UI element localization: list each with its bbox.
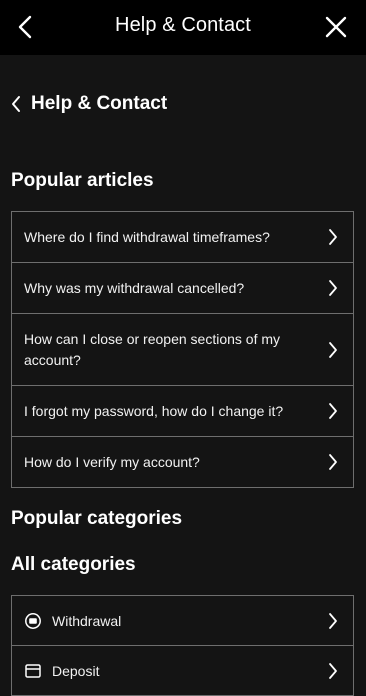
- article-label: How can I close or reopen sections of my…: [24, 330, 281, 368]
- chevron-right-icon: [329, 229, 337, 245]
- all-categories-list: Withdrawal Deposit: [11, 595, 354, 696]
- article-label: I forgot my password, how do I change it…: [24, 402, 284, 419]
- deposit-icon: [25, 663, 41, 678]
- chevron-left-icon: [12, 96, 20, 112]
- chevron-right-icon: [329, 403, 337, 419]
- article-item[interactable]: I forgot my password, how do I change it…: [11, 385, 354, 437]
- breadcrumb[interactable]: Help & Contact: [10, 91, 167, 117]
- category-item-withdrawal[interactable]: Withdrawal: [11, 595, 354, 646]
- popular-categories-heading: Popular categories: [11, 508, 183, 529]
- chevron-right-icon: [329, 280, 337, 296]
- article-item[interactable]: Where do I find withdrawal timeframes?: [11, 211, 354, 263]
- chevron-right-icon: [329, 662, 337, 679]
- page-title: Help & Contact: [115, 14, 251, 36]
- chevron-right-icon: [329, 341, 337, 358]
- close-icon[interactable]: [323, 14, 349, 40]
- withdrawal-icon: [25, 612, 41, 629]
- popular-articles-heading: Popular articles: [11, 170, 154, 191]
- article-label: How do I verify my account?: [24, 453, 200, 470]
- chevron-right-icon: [329, 612, 337, 629]
- article-label: Why was my withdrawal cancelled?: [24, 279, 245, 296]
- help-content: Help & Contact Popular articles Where do…: [0, 55, 366, 696]
- category-label: Withdrawal: [52, 612, 122, 629]
- all-categories-heading: All categories: [11, 554, 136, 575]
- breadcrumb-label: Help & Contact: [31, 93, 168, 114]
- article-item[interactable]: How do I verify my account?: [11, 436, 354, 488]
- popular-articles-list: Where do I find withdrawal timeframes? W…: [11, 211, 354, 488]
- article-item[interactable]: How can I close or reopen sections of my…: [11, 313, 354, 386]
- article-label: Where do I find withdrawal timeframes?: [24, 228, 270, 245]
- top-bar: Help & Contact: [0, 0, 366, 55]
- category-item-deposit[interactable]: Deposit: [11, 645, 354, 696]
- article-item[interactable]: Why was my withdrawal cancelled?: [11, 262, 354, 314]
- chevron-right-icon: [329, 454, 337, 470]
